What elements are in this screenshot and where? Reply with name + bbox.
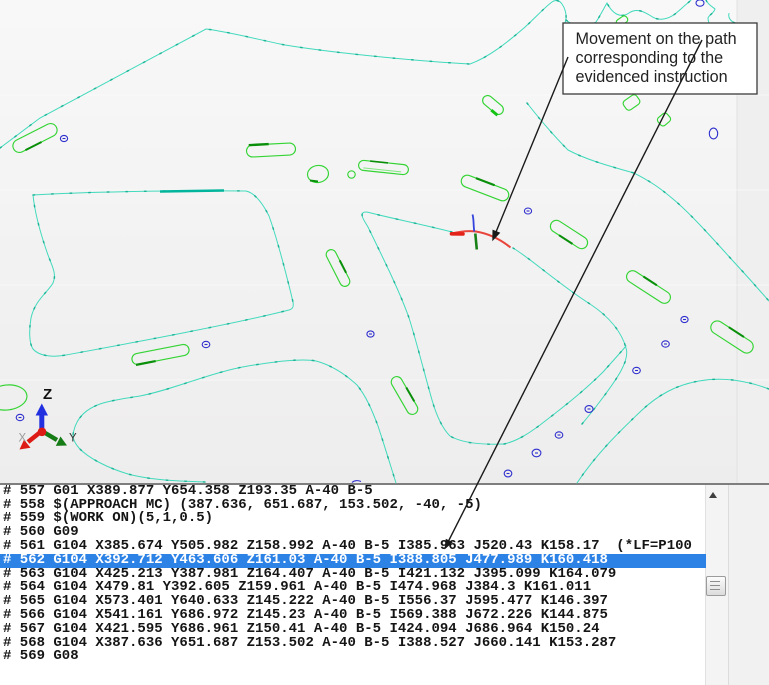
svg-text:corresponding to the: corresponding to the [576, 49, 724, 67]
svg-text:Y: Y [69, 433, 77, 445]
svg-text:evidenced instruction: evidenced instruction [576, 68, 728, 86]
svg-text:Z: Z [43, 386, 52, 403]
svg-text:Movement on the path: Movement on the path [576, 30, 737, 48]
svg-text:X: X [19, 433, 27, 445]
